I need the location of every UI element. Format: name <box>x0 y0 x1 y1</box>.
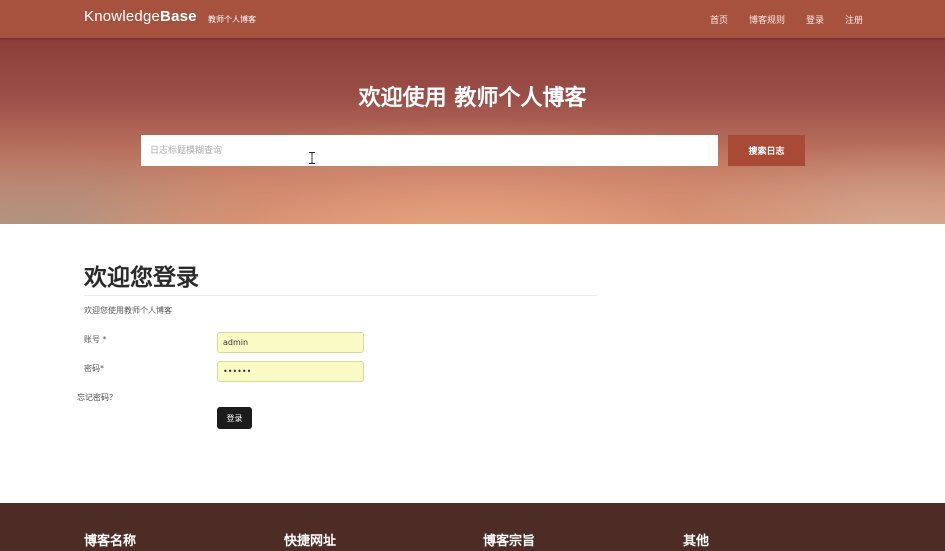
nav-login[interactable]: 登录 <box>806 13 824 26</box>
footer-heading-quick-links: 快捷网址 <box>284 534 337 549</box>
footer-heading-blog-name: 博客名称 <box>84 534 137 549</box>
hero-banner: 欢迎使用 教师个人博客 搜索日志 <box>0 38 945 224</box>
forgot-password-link[interactable]: 忘记密码？ <box>77 392 117 403</box>
brand-bold: Base <box>160 8 197 25</box>
footer-heading-blog-purpose: 博客宗旨 <box>483 534 536 549</box>
footer: 博客名称 快捷网址 博客宗旨 其他 <box>0 503 945 551</box>
nav-home[interactable]: 首页 <box>710 13 728 26</box>
login-button[interactable]: 登录 <box>217 407 252 429</box>
search-input[interactable] <box>141 135 718 166</box>
section-divider <box>84 295 597 296</box>
brand-logo[interactable]: KnowledgeBase <box>84 8 197 25</box>
password-label: 密码* <box>84 364 104 373</box>
brand-light: Knowledge <box>84 8 161 25</box>
nav-blog-rules[interactable]: 博客规则 <box>749 13 785 26</box>
nav-register[interactable]: 注册 <box>845 13 863 26</box>
brand-subtitle: 教师个人博客 <box>208 15 256 24</box>
search-button[interactable]: 搜索日志 <box>728 135 805 166</box>
login-subtitle: 欢迎您使用教师个人博客 <box>84 306 172 315</box>
footer-heading-other: 其他 <box>683 534 710 549</box>
hero-title: 欢迎使用 教师个人博客 <box>358 86 587 111</box>
top-navbar: KnowledgeBase 教师个人博客 首页 博客规则 登录 注册 <box>0 0 945 38</box>
login-title: 欢迎您登录 <box>84 265 199 291</box>
username-label: 账号 * <box>84 335 107 344</box>
text-cursor-icon <box>309 152 315 164</box>
password-field[interactable] <box>217 361 364 382</box>
main-nav: 首页 博客规则 登录 注册 <box>689 13 863 26</box>
username-field[interactable] <box>217 332 364 353</box>
